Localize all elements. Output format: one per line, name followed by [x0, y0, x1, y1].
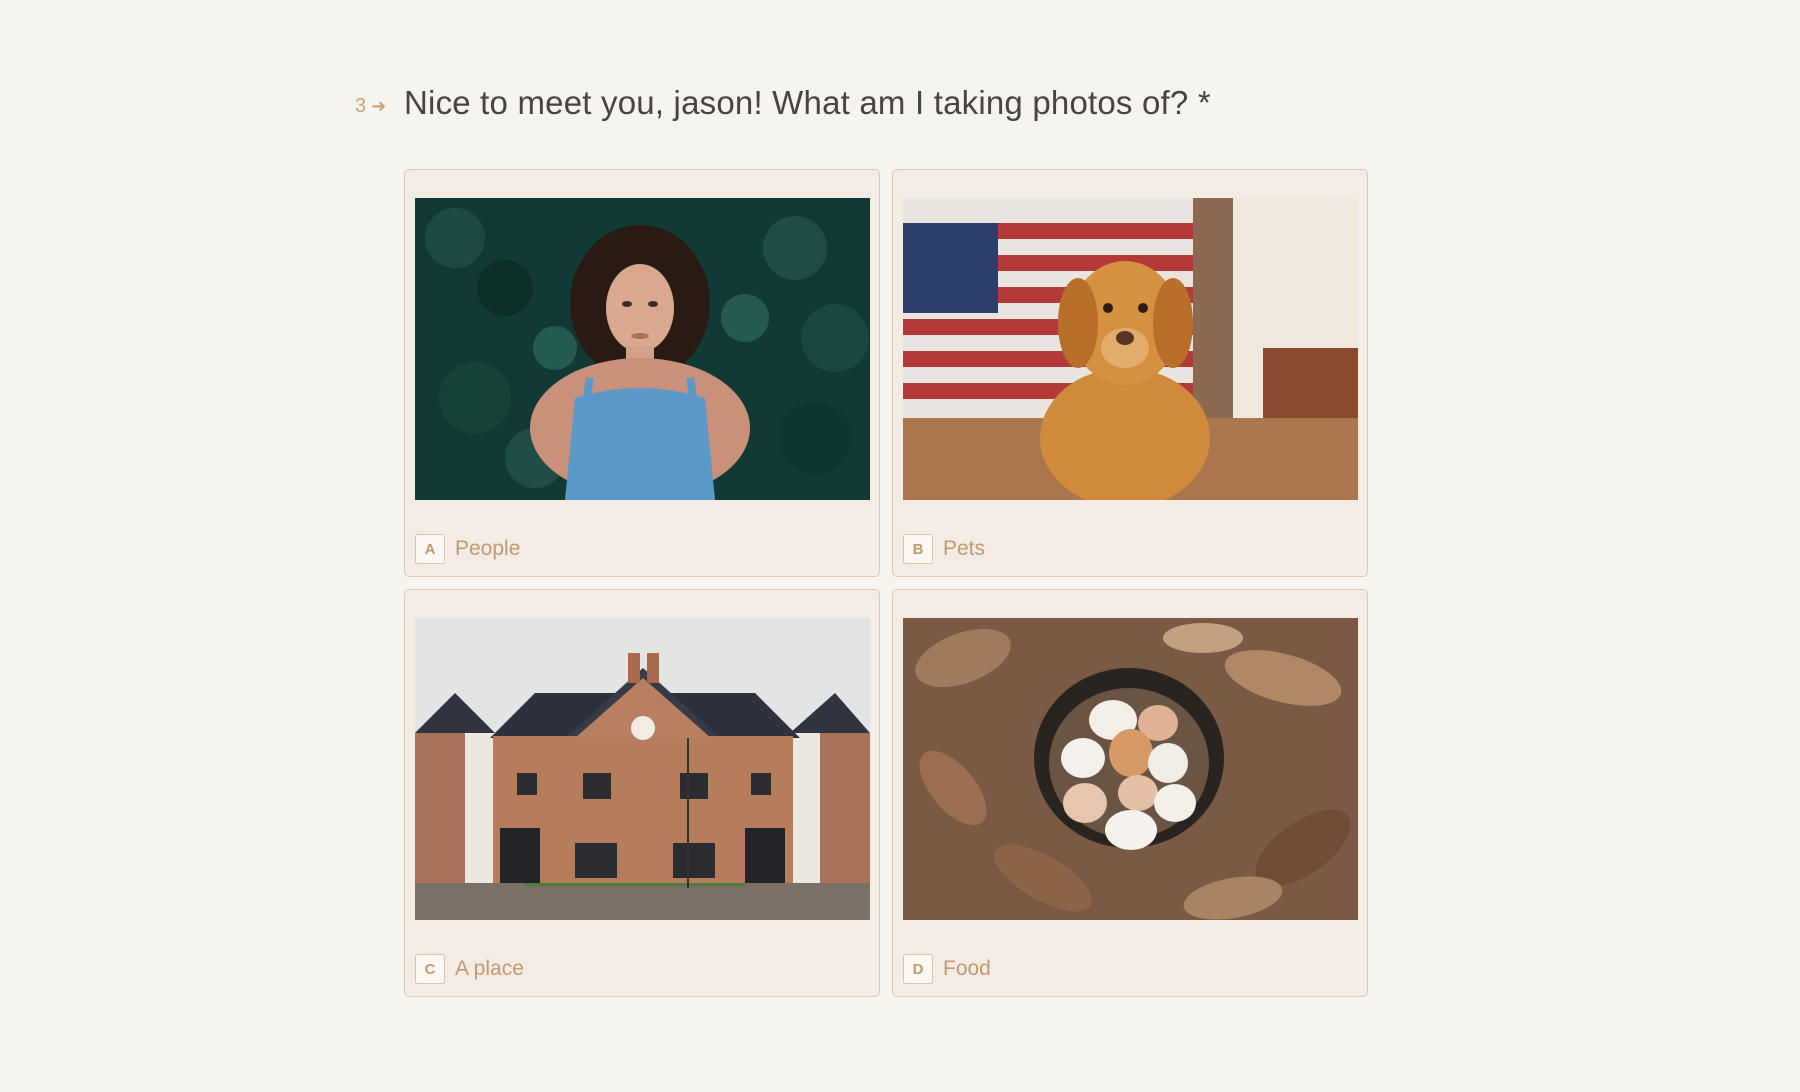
question-number: 3 ➜	[355, 95, 386, 118]
choice-food[interactable]: D Food	[892, 589, 1368, 997]
choice-grid: A People B Pets C A place D Food	[404, 169, 1368, 997]
question-title: Nice to meet you, jason! What am I takin…	[404, 84, 1211, 121]
choice-key: D	[903, 954, 933, 984]
choice-footer: A People	[415, 534, 520, 564]
eggs-in-basket-photo	[903, 618, 1358, 920]
choice-a-place[interactable]: C A place	[404, 589, 880, 997]
choice-label: Food	[943, 957, 991, 980]
choice-footer: C A place	[415, 954, 524, 984]
choice-people[interactable]: A People	[404, 169, 880, 577]
brick-house-photo	[415, 618, 870, 920]
golden-retriever-photo	[903, 198, 1358, 500]
choice-label: A place	[455, 957, 524, 980]
choice-pets[interactable]: B Pets	[892, 169, 1368, 577]
choice-footer: B Pets	[903, 534, 985, 564]
choice-label: People	[455, 537, 521, 560]
question-number-text: 3	[355, 95, 367, 117]
choice-key: C	[415, 954, 445, 984]
choice-key: B	[903, 534, 933, 564]
woman-in-foliage-photo	[415, 198, 870, 500]
choice-footer: D Food	[903, 954, 991, 984]
choice-label: Pets	[943, 537, 986, 560]
arrow-right-icon: ➜	[371, 96, 387, 116]
choice-key: A	[415, 534, 445, 564]
